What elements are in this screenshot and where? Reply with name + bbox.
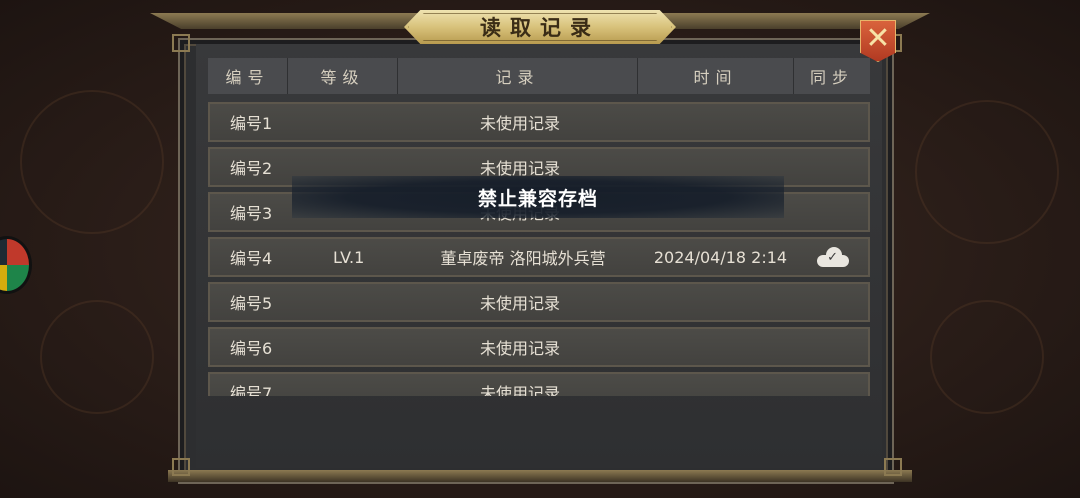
slot-record: 未使用记录 <box>479 339 560 358</box>
toast-message: 禁止兼容存档 <box>292 176 784 218</box>
save-slot-row[interactable]: 编号1 未使用记录 <box>208 102 870 142</box>
background-ornament-right-lower <box>930 300 1044 414</box>
frame-corner <box>172 34 190 52</box>
panel-title-plate: 读取记录 <box>404 10 676 44</box>
header-level: 等级 <box>288 58 398 94</box>
background-ornament-left-lower <box>40 300 154 414</box>
save-slot-row[interactable]: 编号6 未使用记录 <box>208 327 870 367</box>
save-slot-row[interactable]: 编号7 未使用记录 <box>208 372 870 396</box>
panel-bottom-trim <box>168 470 912 482</box>
panel-title: 读取记录 <box>480 15 600 40</box>
slot-id: 编号3 <box>230 204 273 223</box>
slot-id: 编号4 <box>230 249 273 268</box>
slot-id: 编号2 <box>230 159 273 178</box>
slot-id: 编号7 <box>230 384 273 396</box>
slot-id: 编号5 <box>230 294 273 313</box>
header-id: 编号 <box>208 58 288 94</box>
background-ornament-right <box>915 100 1059 244</box>
slot-record: 未使用记录 <box>479 384 560 396</box>
slot-record: 董卓废帝 洛阳城外兵营 <box>440 249 606 268</box>
slot-record: 未使用记录 <box>479 294 560 313</box>
slot-record: 未使用记录 <box>479 114 560 133</box>
slot-id: 编号1 <box>230 114 273 133</box>
toast-text: 禁止兼容存档 <box>477 187 598 210</box>
frame-corner <box>172 458 190 476</box>
side-menu-badge[interactable] <box>0 236 32 294</box>
slot-level: LV.1 <box>332 247 365 267</box>
header-record: 记录 <box>398 58 638 94</box>
save-slot-list[interactable]: 编号1 未使用记录 编号2 未使用记录 编号3 未使用记录 编号4 LV.1 董… <box>208 100 870 396</box>
table-header: 编号 等级 记录 时间 同步 <box>208 58 870 94</box>
slot-sync[interactable]: ✓ <box>798 247 868 267</box>
close-icon: ✕ <box>865 21 891 56</box>
slot-time: 2024/04/18 2:14 <box>653 247 788 267</box>
save-slot-row[interactable]: 编号4 LV.1 董卓废帝 洛阳城外兵营 2024/04/18 2:14 ✓ <box>208 237 870 277</box>
save-slot-row[interactable]: 编号5 未使用记录 <box>208 282 870 322</box>
frame-corner <box>884 458 902 476</box>
header-sync: 同步 <box>809 68 854 87</box>
background-ornament-left <box>20 90 164 234</box>
slot-id: 编号6 <box>230 339 273 358</box>
cloud-check-icon: ✓ <box>817 247 850 267</box>
header-time: 时间 <box>638 58 794 94</box>
